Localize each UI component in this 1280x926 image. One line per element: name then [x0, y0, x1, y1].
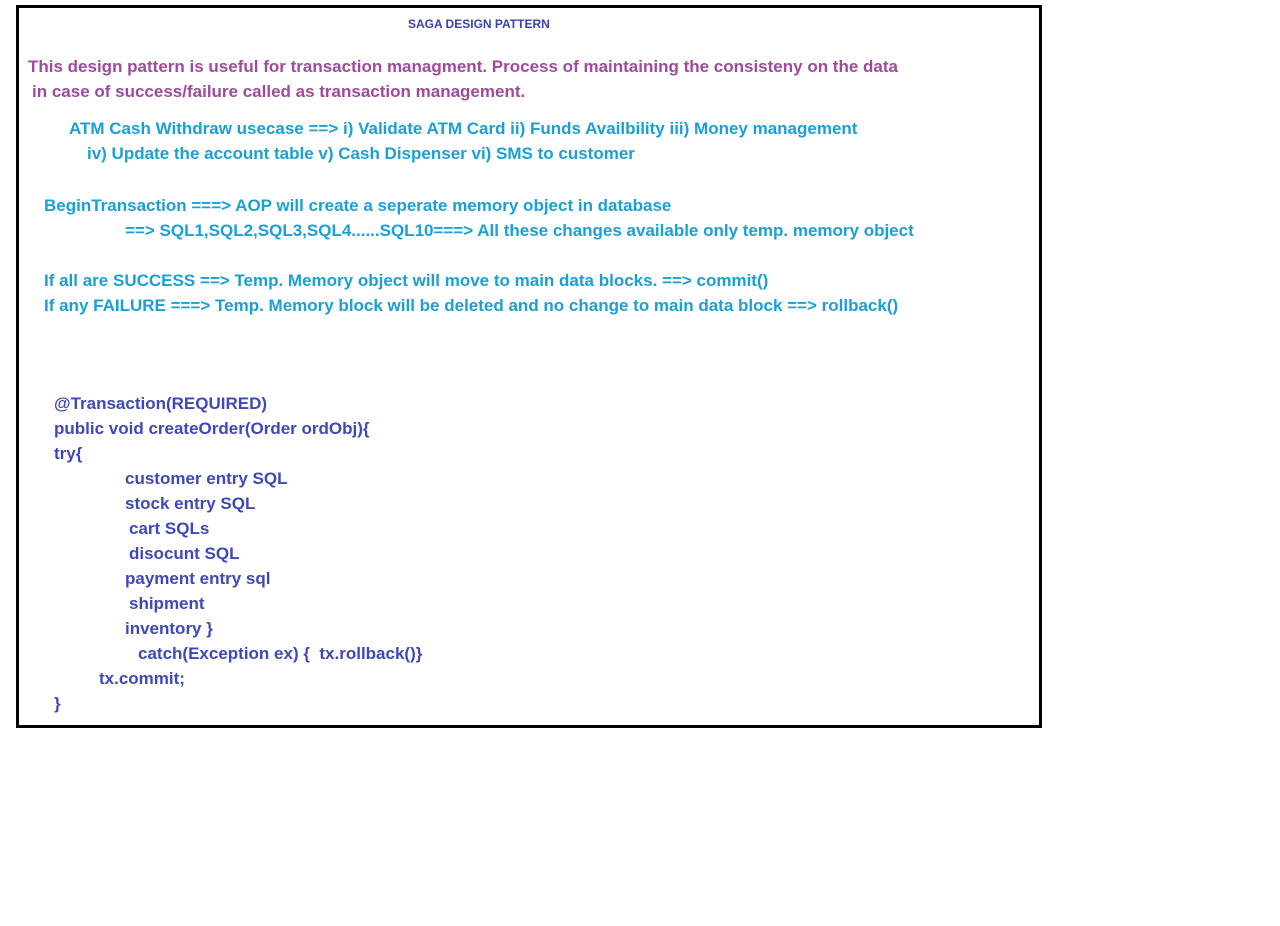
usecase-line-1: ATM Cash Withdraw usecase ==> i) Validat…	[69, 119, 858, 138]
transaction-line-2: ==> SQL1,SQL2,SQL3,SQL4......SQL10===> A…	[125, 221, 914, 240]
code-customer-entry: customer entry SQL	[125, 469, 288, 488]
page-title: SAGA DESIGN PATTERN	[408, 17, 550, 31]
code-closing-brace: }	[54, 694, 61, 713]
code-payment-entry: payment entry sql	[125, 569, 271, 588]
intro-line-2: in case of success/failure called as tra…	[32, 82, 526, 101]
outcome-failure-line: If any FAILURE ===> Temp. Memory block w…	[44, 296, 899, 315]
code-shipment: shipment	[129, 594, 205, 613]
code-cart: cart SQLs	[129, 519, 210, 538]
code-commit: tx.commit;	[99, 669, 185, 688]
code-stock-entry: stock entry SQL	[125, 494, 256, 513]
code-annotation: @Transaction(REQUIRED)	[54, 394, 268, 413]
code-try: try{	[54, 444, 83, 463]
document-frame: SAGA DESIGN PATTERN This design pattern …	[16, 5, 1042, 728]
intro-line-1: This design pattern is useful for transa…	[28, 57, 898, 76]
usecase-line-2: iv) Update the account table v) Cash Dis…	[87, 144, 635, 163]
code-catch: catch(Exception ex) { tx.rollback()}	[138, 644, 423, 663]
code-discount: disocunt SQL	[129, 544, 240, 563]
code-inventory: inventory }	[125, 619, 213, 638]
outcome-success-line: If all are SUCCESS ==> Temp. Memory obje…	[44, 271, 769, 290]
transaction-line-1: BeginTransaction ===> AOP will create a …	[44, 196, 672, 215]
code-method-signature: public void createOrder(Order ordObj){	[54, 419, 370, 438]
